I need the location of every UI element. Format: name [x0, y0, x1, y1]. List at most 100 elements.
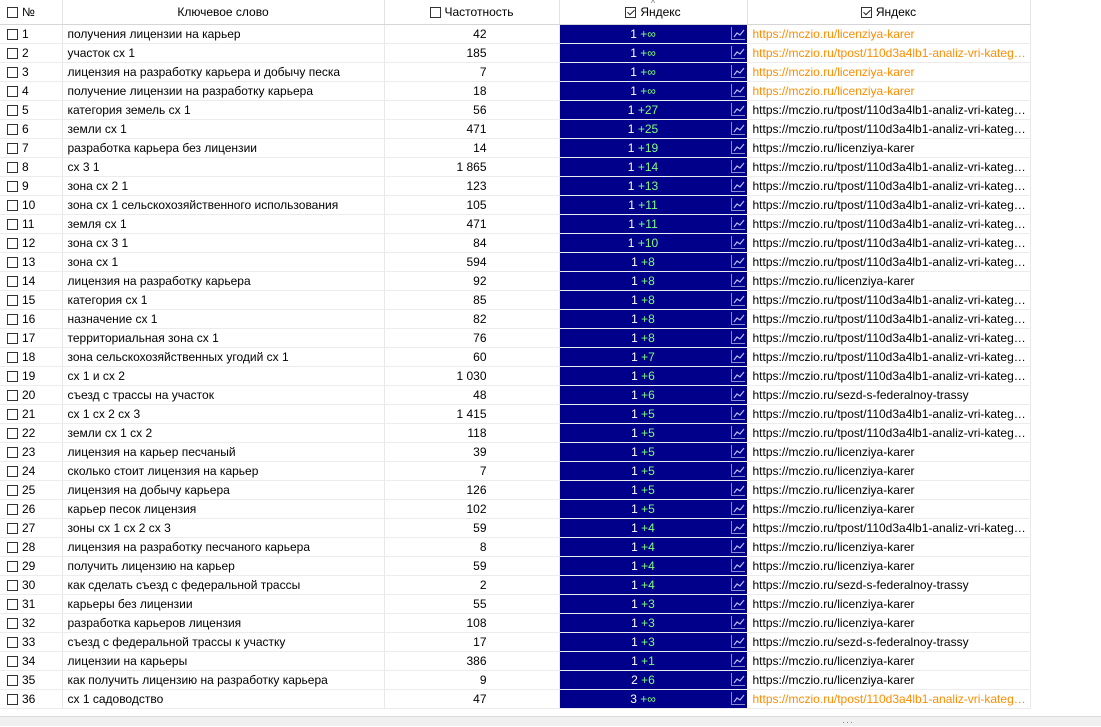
trend-chart-icon[interactable]: [730, 540, 745, 553]
yandex-url-cell[interactable]: https://mczio.ru/licenziya-karer: [747, 499, 1031, 519]
row-number-cell[interactable]: 17: [0, 328, 63, 348]
yandex-url-cell[interactable]: https://mczio.ru/tpost/110d3a4lb1-analiz…: [747, 157, 1031, 177]
yandex-position-cell[interactable]: 1 +8: [559, 271, 748, 291]
yandex-position-cell[interactable]: 1 +25: [559, 119, 748, 139]
row-checkbox[interactable]: [7, 86, 18, 97]
row-number-cell[interactable]: 34: [0, 651, 63, 671]
trend-chart-icon[interactable]: [730, 236, 745, 249]
yandex-url-cell[interactable]: https://mczio.ru/tpost/110d3a4lb1-analiz…: [747, 366, 1031, 386]
frequency-cell[interactable]: 59: [384, 556, 560, 576]
frequency-cell[interactable]: 18: [384, 81, 560, 101]
frequency-cell[interactable]: 47: [384, 689, 560, 709]
table-row[interactable]: 35 как получить лицензию на разработку ка…: [0, 670, 1031, 690]
trend-chart-icon[interactable]: [730, 27, 745, 40]
keyword-cell[interactable]: как получить лицензию на разработку карь…: [62, 670, 385, 690]
table-row[interactable]: 20 съезд с трассы на участок 48 1 +6 https:/…: [0, 385, 1031, 405]
yandex-position-cell[interactable]: 1 +5: [559, 480, 748, 500]
frequency-cell[interactable]: 9: [384, 670, 560, 690]
yandex-url-cell[interactable]: https://mczio.ru/tpost/110d3a4lb1-analiz…: [747, 290, 1031, 310]
row-number-cell[interactable]: 33: [0, 632, 63, 652]
frequency-cell[interactable]: 92: [384, 271, 560, 291]
yandex-position-cell[interactable]: 1 +3: [559, 632, 748, 652]
row-number-cell[interactable]: 11: [0, 214, 63, 234]
keyword-cell[interactable]: получения лицензии на карьер: [62, 24, 385, 44]
row-number-cell[interactable]: 19: [0, 366, 63, 386]
table-row[interactable]: 3 лицензия на разработку карьера и добычу…: [0, 62, 1031, 82]
splitter-grip-icon[interactable]: ···: [842, 718, 854, 727]
yandex-position-cell[interactable]: 1 +11: [559, 214, 748, 234]
keyword-cell[interactable]: зона сх 1 сельскохозяйственного использо…: [62, 195, 385, 215]
frequency-cell[interactable]: 42: [384, 24, 560, 44]
keyword-cell[interactable]: разработка карьеров лицензия: [62, 613, 385, 633]
trend-chart-icon[interactable]: [730, 597, 745, 610]
yandex-position-cell[interactable]: 1 +11: [559, 195, 748, 215]
frequency-cell[interactable]: 8: [384, 537, 560, 557]
trend-chart-icon[interactable]: [730, 559, 745, 572]
trend-chart-icon[interactable]: [730, 217, 745, 230]
yandex-position-cell[interactable]: 1 +8: [559, 309, 748, 329]
yandex-url-cell[interactable]: https://mczio.ru/licenziya-karer: [747, 594, 1031, 614]
yandex-position-cell[interactable]: 1 +19: [559, 138, 748, 158]
yandex-url-cell[interactable]: https://mczio.ru/sezd-s-federalnoy-trass…: [747, 632, 1031, 652]
frequency-cell[interactable]: 56: [384, 100, 560, 120]
yandex-url-cell[interactable]: https://mczio.ru/tpost/110d3a4lb1-analiz…: [747, 252, 1031, 272]
keyword-cell[interactable]: сколько стоит лицензия на карьер: [62, 461, 385, 481]
yandex-position-cell[interactable]: 2 +6: [559, 670, 748, 690]
row-checkbox[interactable]: [7, 637, 18, 648]
frequency-cell[interactable]: 59: [384, 518, 560, 538]
yandex-url-cell[interactable]: https://mczio.ru/sezd-s-federalnoy-trass…: [747, 575, 1031, 595]
row-checkbox[interactable]: [7, 390, 18, 401]
row-number-cell[interactable]: 20: [0, 385, 63, 405]
table-row[interactable]: 5 категория земель сх 1 56 1 +27 https://mcz…: [0, 100, 1031, 120]
row-number-cell[interactable]: 36: [0, 689, 63, 709]
row-checkbox[interactable]: [7, 561, 18, 572]
yandex-position-cell[interactable]: 1 +6: [559, 366, 748, 386]
yandex-url-cell[interactable]: https://mczio.ru/licenziya-karer: [747, 537, 1031, 557]
frequency-cell[interactable]: 1 865: [384, 157, 560, 177]
frequency-cell[interactable]: 60: [384, 347, 560, 367]
keyword-cell[interactable]: земля сх 1: [62, 214, 385, 234]
table-row[interactable]: 25 лицензия на добычу карьера 126 1 +5 https…: [0, 480, 1031, 500]
trend-chart-icon[interactable]: [730, 692, 745, 705]
yandex-url-cell[interactable]: https://mczio.ru/tpost/110d3a4lb1-analiz…: [747, 100, 1031, 120]
row-number-cell[interactable]: 1: [0, 24, 63, 44]
table-row[interactable]: 2 участок сх 1 185 1 +∞ https://mczio.ru/tpo…: [0, 43, 1031, 63]
row-checkbox[interactable]: [7, 428, 18, 439]
row-number-cell[interactable]: 27: [0, 518, 63, 538]
table-row[interactable]: 33 съезд с федеральной трассы к участку 17…: [0, 632, 1031, 652]
keyword-cell[interactable]: получение лицензии на разработку карьера: [62, 81, 385, 101]
keyword-cell[interactable]: карьер песок лицензия: [62, 499, 385, 519]
table-row[interactable]: 1 получения лицензии на карьер 42 1 +∞ https…: [0, 24, 1031, 44]
yandex-url-cell[interactable]: https://mczio.ru/tpost/110d3a4lb1-analiz…: [747, 195, 1031, 215]
yandex-url-cell[interactable]: https://mczio.ru/licenziya-karer: [747, 670, 1031, 690]
row-number-cell[interactable]: 18: [0, 347, 63, 367]
row-checkbox[interactable]: [7, 694, 18, 705]
trend-chart-icon[interactable]: [730, 122, 745, 135]
row-number-cell[interactable]: 3: [0, 62, 63, 82]
table-row[interactable]: 15 категория сх 1 85 1 +8 https://mczio.ru/t…: [0, 290, 1031, 310]
yandex-url-cell[interactable]: https://mczio.ru/tpost/110d3a4lb1-analiz…: [747, 689, 1031, 709]
row-checkbox[interactable]: [7, 352, 18, 363]
frequency-cell[interactable]: 2: [384, 575, 560, 595]
row-number-cell[interactable]: 29: [0, 556, 63, 576]
yandex-url-cell[interactable]: https://mczio.ru/tpost/110d3a4lb1-analiz…: [747, 119, 1031, 139]
table-row[interactable]: 28 лицензия на разработку песчаного карье…: [0, 537, 1031, 557]
row-checkbox[interactable]: [7, 371, 18, 382]
row-number-cell[interactable]: 31: [0, 594, 63, 614]
trend-chart-icon[interactable]: [730, 426, 745, 439]
frequency-cell[interactable]: 82: [384, 309, 560, 329]
table-row[interactable]: 32 разработка карьеров лицензия 108 1 +3 htt…: [0, 613, 1031, 633]
yandex-url-cell[interactable]: https://mczio.ru/licenziya-karer: [747, 651, 1031, 671]
row-number-cell[interactable]: 32: [0, 613, 63, 633]
frequency-cell[interactable]: 126: [384, 480, 560, 500]
keyword-cell[interactable]: зоны сх 1 сх 2 сх 3: [62, 518, 385, 538]
yandex-url-cell[interactable]: https://mczio.ru/tpost/110d3a4lb1-analiz…: [747, 518, 1031, 538]
table-row[interactable]: 13 зона сх 1 594 1 +8 https://mczio.ru/tpost…: [0, 252, 1031, 272]
trend-chart-icon[interactable]: [730, 464, 745, 477]
yandex-url-cell[interactable]: https://mczio.ru/licenziya-karer: [747, 480, 1031, 500]
yandex-url-cell[interactable]: https://mczio.ru/licenziya-karer: [747, 442, 1031, 462]
yandex-url-cell[interactable]: https://mczio.ru/tpost/110d3a4lb1-analiz…: [747, 176, 1031, 196]
row-checkbox[interactable]: [7, 276, 18, 287]
keyword-cell[interactable]: карьеры без лицензии: [62, 594, 385, 614]
keyword-cell[interactable]: лицензия на карьер песчаный: [62, 442, 385, 462]
